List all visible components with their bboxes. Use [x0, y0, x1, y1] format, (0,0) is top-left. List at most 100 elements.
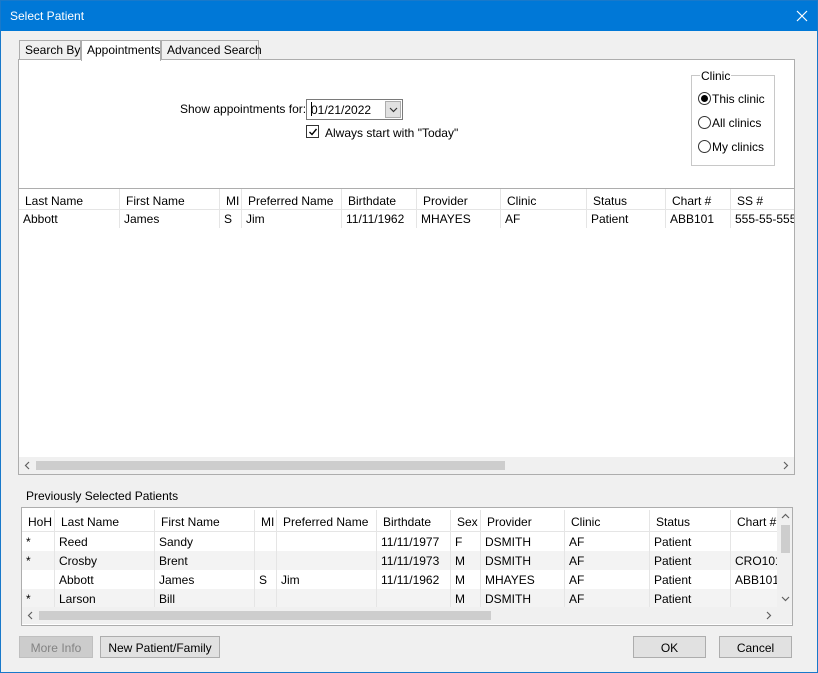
scrollbar-thumb[interactable]: [36, 461, 505, 470]
table-row[interactable]: Abbott James S Jim 11/11/1962 MHAYES AF …: [19, 209, 794, 228]
chevron-down-icon[interactable]: [781, 596, 790, 602]
column-header-hoh[interactable]: HoH: [22, 510, 55, 532]
radio-my-clinics[interactable]: [698, 140, 711, 153]
radio-label-my-clinics[interactable]: My clinics: [712, 140, 764, 154]
cell-clinic: AF: [565, 570, 650, 589]
cell-first-name: James: [120, 209, 220, 228]
cell-chart: ABB101: [666, 209, 731, 228]
previous-patients-grid: HoH Last Name First Name MI Preferred Na…: [21, 507, 793, 626]
close-icon: [796, 10, 808, 22]
cell-hoh: [22, 570, 55, 589]
cell-last-name: Abbott: [19, 209, 120, 228]
previous-vertical-scrollbar[interactable]: [777, 508, 792, 607]
cell-preferred-name: [277, 551, 377, 570]
radio-label-all-clinics[interactable]: All clinics: [712, 116, 761, 130]
column-header-first-name[interactable]: First Name: [155, 510, 255, 532]
column-header-mi[interactable]: MI: [255, 510, 277, 532]
scrollbar-thumb[interactable]: [39, 611, 491, 620]
tab-advanced-search[interactable]: Advanced Search: [161, 40, 262, 60]
always-today-label[interactable]: Always start with "Today": [325, 126, 458, 140]
cell-hoh: *: [22, 551, 55, 570]
chevron-left-icon[interactable]: [27, 611, 33, 620]
column-header-provider[interactable]: Provider: [417, 189, 501, 211]
more-info-button[interactable]: More Info: [19, 636, 93, 658]
cell-chart: [731, 532, 777, 551]
column-header-last-name[interactable]: Last Name: [55, 510, 155, 532]
title-bar: Select Patient: [1, 1, 817, 31]
column-header-preferred-name[interactable]: Preferred Name: [277, 510, 377, 532]
column-header-ss[interactable]: SS #: [731, 189, 794, 211]
cell-chart: [731, 589, 777, 608]
checkmark-icon: [309, 128, 318, 136]
appointment-date-value: 01/21/2022: [311, 103, 372, 117]
cancel-button[interactable]: Cancel: [719, 636, 792, 658]
column-header-birthdate[interactable]: Birthdate: [342, 189, 417, 211]
table-row[interactable]: * Reed Sandy 11/11/1977 F DSMITH AF Patient: [22, 532, 777, 551]
cell-mi: S: [220, 209, 242, 228]
cell-hoh: *: [22, 589, 55, 608]
cell-status: Patient: [587, 209, 666, 228]
column-header-chart[interactable]: Chart #: [666, 189, 731, 211]
appointments-panel: [18, 59, 795, 475]
previous-horizontal-scrollbar[interactable]: [22, 607, 777, 624]
cell-first-name: Sandy: [155, 532, 255, 551]
chevron-up-icon[interactable]: [781, 513, 790, 519]
cell-provider: DSMITH: [481, 532, 565, 551]
date-dropdown-button[interactable]: [385, 101, 401, 118]
cell-ss: 555-55-5555: [735, 212, 794, 226]
column-header-first-name[interactable]: First Name: [120, 189, 220, 211]
column-header-chart[interactable]: Chart #: [731, 510, 777, 532]
new-patient-family-button[interactable]: New Patient/Family: [100, 636, 220, 658]
always-today-checkbox[interactable]: [306, 125, 319, 138]
cell-birthdate: 11/11/1973: [377, 551, 451, 570]
cell-first-name: Bill: [155, 589, 255, 608]
show-appointments-label: Show appointments for:: [180, 102, 307, 116]
cell-provider: MHAYES: [417, 209, 501, 228]
cell-first-name: James: [155, 570, 255, 589]
column-header-mi[interactable]: MI: [220, 189, 242, 211]
cell-sex: M: [451, 570, 481, 589]
column-header-status[interactable]: Status: [650, 510, 731, 532]
appointment-date-picker[interactable]: 01/21/2022: [306, 99, 403, 120]
appointments-horizontal-scrollbar[interactable]: [19, 457, 794, 474]
table-row[interactable]: * Larson Bill M DSMITH AF Patient: [22, 589, 777, 608]
window-title: Select Patient: [10, 9, 85, 23]
tab-appointments[interactable]: Appointments: [81, 40, 161, 61]
cell-clinic: AF: [565, 532, 650, 551]
column-header-clinic[interactable]: Clinic: [501, 189, 587, 211]
cell-preferred-name: [277, 589, 377, 608]
table-row[interactable]: * Crosby Brent 11/11/1973 M DSMITH AF Patient CR…: [22, 551, 777, 570]
cell-provider: DSMITH: [481, 589, 565, 608]
radio-label-this-clinic[interactable]: This clinic: [712, 92, 765, 106]
table-row[interactable]: Abbott James S Jim 11/11/1962 M MHAYES AF Patien…: [22, 570, 777, 589]
cell-last-name: Abbott: [55, 570, 155, 589]
cell-last-name: Crosby: [55, 551, 155, 570]
column-header-last-name[interactable]: Last Name: [19, 189, 120, 211]
cell-birthdate: 11/11/1962: [377, 570, 451, 589]
column-header-sex[interactable]: Sex: [451, 510, 481, 532]
column-header-preferred-name[interactable]: Preferred Name: [242, 189, 342, 211]
chevron-right-icon[interactable]: [766, 611, 772, 620]
tab-search-by[interactable]: Search By: [19, 40, 81, 60]
ok-button[interactable]: OK: [633, 636, 706, 658]
column-header-clinic[interactable]: Clinic: [565, 510, 650, 532]
cell-sex: M: [451, 551, 481, 570]
previous-grid-header: HoH Last Name First Name MI Preferred Na…: [22, 510, 777, 532]
column-header-status[interactable]: Status: [587, 189, 666, 211]
radio-all-clinics[interactable]: [698, 116, 711, 129]
close-button[interactable]: [787, 1, 817, 31]
radio-this-clinic[interactable]: [698, 92, 711, 105]
cell-mi: S: [255, 570, 277, 589]
scrollbar-thumb[interactable]: [781, 525, 790, 553]
chevron-left-icon[interactable]: [24, 461, 30, 470]
cell-birthdate: 11/11/1977: [377, 532, 451, 551]
column-header-provider[interactable]: Provider: [481, 510, 565, 532]
text-cursor: [311, 102, 312, 116]
cell-mi: [255, 532, 277, 551]
chevron-right-icon[interactable]: [783, 461, 789, 470]
appointments-grid-header: Last Name First Name MI Preferred Name B…: [19, 188, 794, 211]
cell-first-name: Brent: [155, 551, 255, 570]
clinic-group-legend: Clinic: [700, 69, 732, 83]
column-header-birthdate[interactable]: Birthdate: [377, 510, 451, 532]
chevron-down-icon: [389, 107, 398, 113]
